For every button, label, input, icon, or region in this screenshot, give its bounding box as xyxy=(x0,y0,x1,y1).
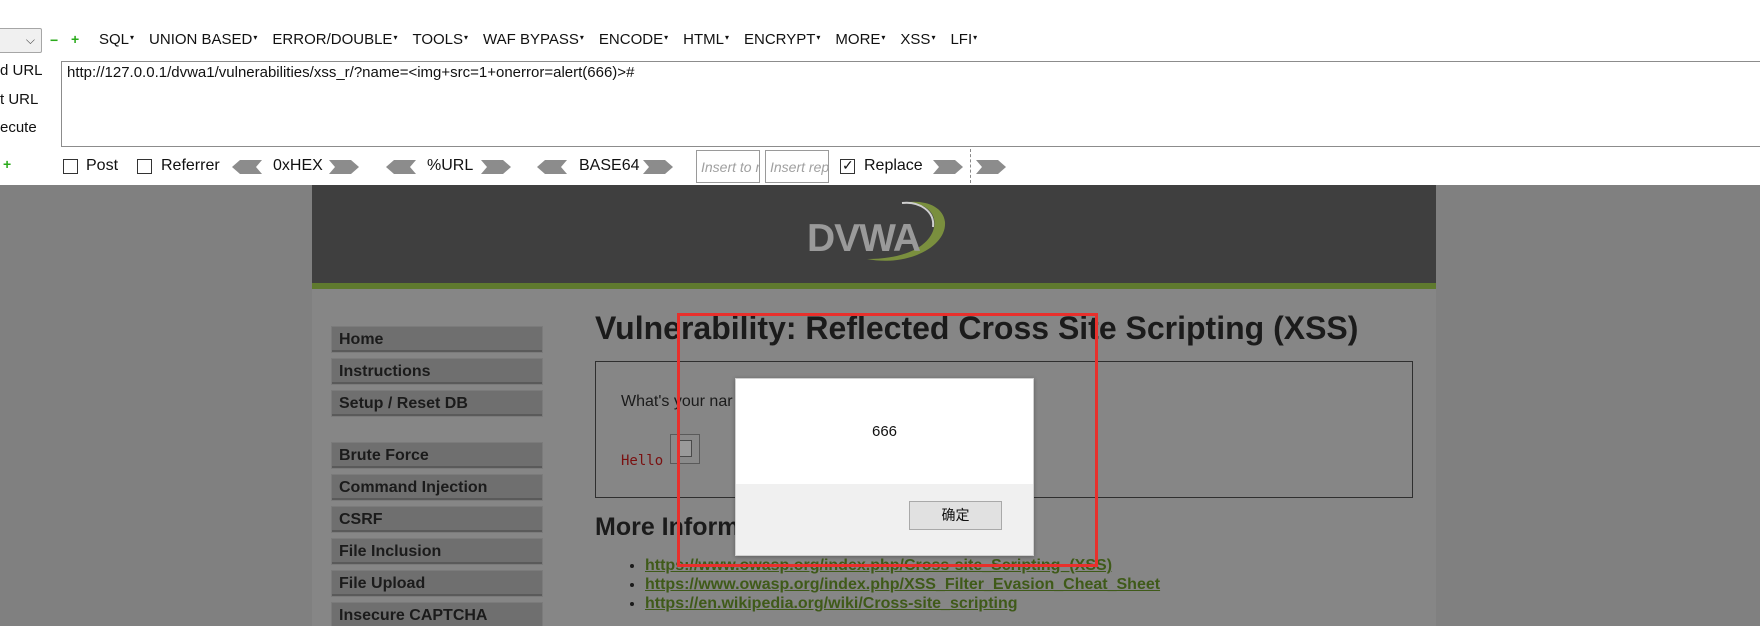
menu-item-home[interactable]: Home xyxy=(331,326,543,353)
hackbar-version-select[interactable]: ⌵ xyxy=(0,28,42,53)
alert-footer: 确定 xyxy=(736,484,1033,555)
hackbar-menu-waf-bypass[interactable]: WAF BYPASS▾ xyxy=(483,31,584,48)
hackbar-menu-sql[interactable]: SQL▾ xyxy=(99,31,134,48)
plus-icon[interactable]: + xyxy=(3,156,11,172)
dvwa-sidebar-menu: Home Instructions Setup / Reset DB Brute… xyxy=(331,326,543,626)
menu-item-csrf[interactable]: CSRF xyxy=(331,506,543,533)
menu-gap xyxy=(331,422,543,442)
alert-message: 666 xyxy=(871,423,898,440)
replace-checkbox[interactable] xyxy=(840,157,855,174)
dvwa-header: DVWA xyxy=(312,185,1436,289)
separator xyxy=(970,149,971,183)
caret-down-icon: ▾ xyxy=(816,33,821,42)
hackbar-menu-label: UNION BASED xyxy=(149,31,253,48)
base64-decode-arrow-icon[interactable] xyxy=(537,160,567,174)
broken-image-icon xyxy=(670,434,700,464)
hackbar-menu-tools[interactable]: TOOLS▾ xyxy=(412,31,468,48)
hackbar-options-row: + Post Referrer 0xHEX %URL BASE64 Insert… xyxy=(0,149,1760,183)
caret-down-icon: ▾ xyxy=(393,33,398,42)
hackbar-toolbar: ⌵ − + SQL▾ UNION BASED▾ ERROR/DOUBLE▾ TOOLS… xyxy=(0,0,1760,185)
hex-decode-arrow-icon[interactable] xyxy=(232,160,262,174)
hackbar-menu-label: TOOLS xyxy=(412,31,464,48)
dvwa-logo: DVWA xyxy=(807,197,957,277)
hello-output: Hello xyxy=(621,453,664,469)
minus-icon[interactable]: − xyxy=(50,32,58,48)
url-label: %URL xyxy=(427,157,474,174)
name-question-label: What's your nar xyxy=(621,393,733,410)
hackbar-menu-label: HTML xyxy=(683,31,724,48)
post-label: Post xyxy=(86,157,119,174)
referrer-checkbox[interactable] xyxy=(137,159,152,174)
caret-down-icon: ▾ xyxy=(664,33,669,42)
caret-down-icon: ▾ xyxy=(881,33,886,42)
hackbar-menu-label: WAF BYPASS xyxy=(483,31,579,48)
dvwa-main-content: Vulnerability: Reflected Cross Site Scri… xyxy=(595,310,1415,612)
hackbar-menu-lfi[interactable]: LFI▾ xyxy=(950,31,977,48)
referrer-label: Referrer xyxy=(161,157,220,174)
menu-item-brute-force[interactable]: Brute Force xyxy=(331,442,543,469)
hackbar-menu-label: ERROR/DOUBLE xyxy=(272,31,393,48)
execute-button[interactable]: ecute xyxy=(0,119,37,136)
page-title: Vulnerability: Reflected Cross Site Scri… xyxy=(595,310,1359,346)
alert-dialog: 666 确定 xyxy=(735,378,1034,556)
url-textarea[interactable]: http://127.0.0.1/dvwa1/vulnerabilities/x… xyxy=(61,61,1760,147)
menu-item-command-injection[interactable]: Command Injection xyxy=(331,474,543,501)
more-info-links: https://www.owasp.org/index.php/Cross-si… xyxy=(625,556,1160,613)
more-info-heading: More Inform xyxy=(595,513,740,541)
hackbar-menu: SQL▾ UNION BASED▾ ERROR/DOUBLE▾ TOOLS▾ WAF B… xyxy=(99,31,992,48)
ok-button[interactable]: 确定 xyxy=(909,501,1002,530)
caret-down-icon: ▾ xyxy=(973,33,978,42)
url-encode-arrow-icon[interactable] xyxy=(481,160,511,174)
dvwa-logo-text: DVWA xyxy=(807,217,921,260)
hex-encode-arrow-icon[interactable] xyxy=(329,160,359,174)
post-checkbox[interactable] xyxy=(63,159,78,174)
replace-label: Replace xyxy=(864,157,923,174)
link-owasp-xss[interactable]: https://www.owasp.org/index.php/Cross-si… xyxy=(645,556,1160,575)
split-url-button[interactable]: t URL xyxy=(0,91,38,108)
menu-item-setup[interactable]: Setup / Reset DB xyxy=(331,390,543,417)
hackbar-menu-encrypt[interactable]: ENCRYPT▾ xyxy=(744,31,820,48)
caret-down-icon: ▾ xyxy=(724,33,729,42)
insert-to-replace-input[interactable]: Insert to replace xyxy=(696,150,760,183)
caret-down-icon: ▾ xyxy=(253,33,258,42)
load-url-button[interactable]: d URL xyxy=(0,62,43,79)
link-wikipedia-xss[interactable]: https://en.wikipedia.org/wiki/Cross-site… xyxy=(645,594,1160,613)
hackbar-menu-more[interactable]: MORE▾ xyxy=(835,31,885,48)
menu-item-file-upload[interactable]: File Upload xyxy=(331,570,543,597)
replace-all-arrow-icon[interactable] xyxy=(976,160,1006,174)
caret-down-icon: ▾ xyxy=(464,33,469,42)
hackbar-menu-label: ENCRYPT xyxy=(743,31,816,48)
hackbar-menu-label: LFI xyxy=(950,31,973,48)
hackbar-menu-label: SQL xyxy=(99,31,130,48)
insert-replace-input[interactable]: Insert replace xyxy=(765,150,829,183)
menu-item-insecure-captcha[interactable]: Insecure CAPTCHA xyxy=(331,602,543,626)
hackbar-menu-html[interactable]: HTML▾ xyxy=(683,31,729,48)
hackbar-menu-error-double[interactable]: ERROR/DOUBLE▾ xyxy=(272,31,397,48)
base64-label: BASE64 xyxy=(579,157,640,174)
hackbar-menu-union-based[interactable]: UNION BASED▾ xyxy=(149,31,257,48)
link-owasp-cheat-sheet[interactable]: https://www.owasp.org/index.php/XSS_Filt… xyxy=(645,575,1160,594)
menu-item-instructions[interactable]: Instructions xyxy=(331,358,543,385)
caret-down-icon: ▾ xyxy=(931,33,936,42)
hackbar-menu-label: ENCODE xyxy=(598,31,664,48)
url-decode-arrow-icon[interactable] xyxy=(386,160,416,174)
base64-encode-arrow-icon[interactable] xyxy=(643,160,673,174)
menu-item-file-inclusion[interactable]: File Inclusion xyxy=(331,538,543,565)
caret-down-icon: ▾ xyxy=(579,33,584,42)
plus-icon[interactable]: + xyxy=(71,31,79,47)
hex-label: 0xHEX xyxy=(273,157,323,174)
hackbar-menu-label: MORE xyxy=(835,31,881,48)
replace-arrow-icon[interactable] xyxy=(933,160,963,174)
hackbar-menu-label: XSS xyxy=(900,31,931,48)
caret-down-icon: ▾ xyxy=(130,33,135,42)
hackbar-menu-encode[interactable]: ENCODE▾ xyxy=(599,31,668,48)
hackbar-menu-xss[interactable]: XSS▾ xyxy=(900,31,935,48)
chevron-down-icon: ⌵ xyxy=(25,33,35,47)
